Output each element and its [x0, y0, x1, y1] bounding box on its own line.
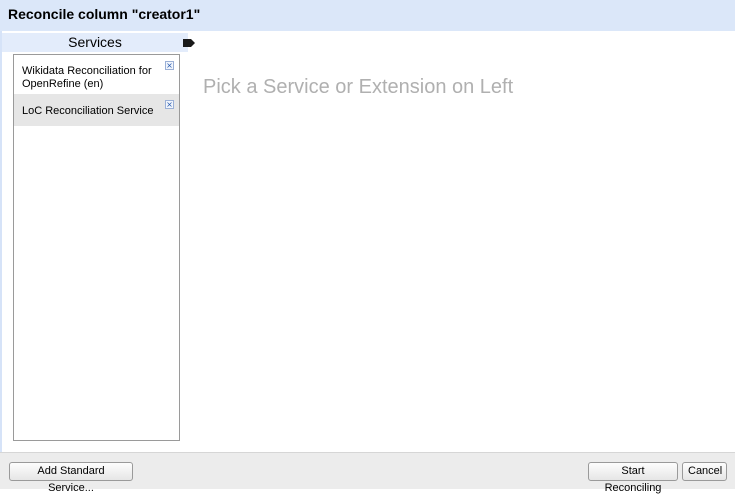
left-tab-strip [0, 31, 2, 452]
start-reconciling-button[interactable]: Start Reconciling [588, 462, 678, 494]
service-item-wikidata[interactable]: Wikidata Reconciliation for OpenRefine (… [14, 55, 179, 94]
dialog-footer: Add Standard Service... Start Reconcilin… [0, 452, 735, 494]
dialog-title: Reconcile column "creator1" [0, 0, 735, 31]
service-placeholder-text: Pick a Service or Extension on Left [203, 76, 514, 98]
service-item-label: LoC Reconciliation Service [22, 105, 154, 117]
service-item-loc[interactable]: LoC Reconciliation Service × [14, 94, 179, 126]
service-item-label: Wikidata Reconciliation for OpenRefine (… [22, 65, 152, 90]
services-header: Services [2, 33, 188, 52]
close-icon[interactable]: × [165, 100, 174, 109]
cancel-button[interactable]: Cancel [682, 462, 727, 481]
tag-arrow-icon [183, 39, 195, 47]
add-standard-service-button[interactable]: Add Standard Service... [9, 462, 133, 494]
services-list: Wikidata Reconciliation for OpenRefine (… [13, 54, 180, 441]
close-icon[interactable]: × [165, 61, 174, 70]
